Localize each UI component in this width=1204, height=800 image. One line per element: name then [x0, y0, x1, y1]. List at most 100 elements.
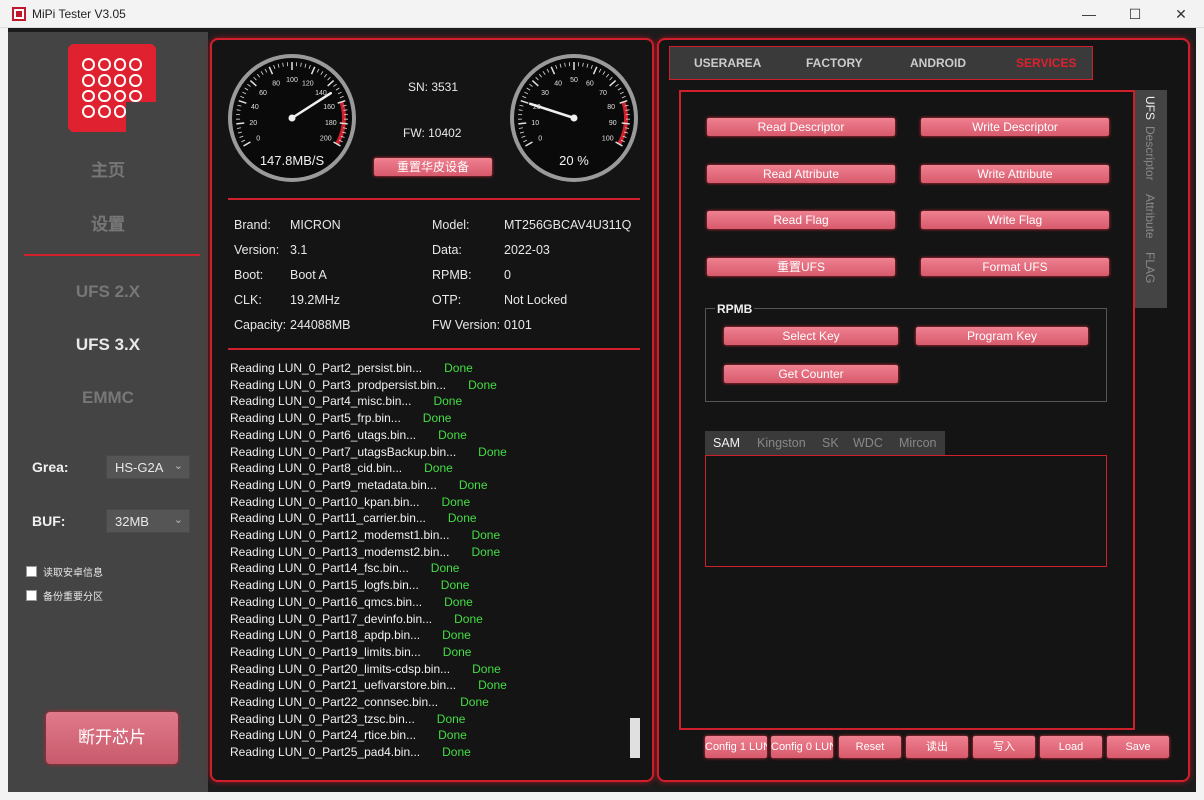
divider — [228, 198, 640, 200]
nav-settings[interactable]: 设置 — [8, 210, 208, 235]
log-line: Reading LUN_0_Part18_apdp.bin... Done — [230, 628, 471, 642]
log-line: Reading LUN_0_Part5_frp.bin... Done — [230, 411, 451, 425]
reset-ufs-button[interactable]: 重置UFS — [707, 258, 895, 276]
rpmb-group: Select Key Program Key Get Counter — [705, 308, 1107, 402]
mode-emmc[interactable]: EMMC — [8, 388, 208, 408]
vendor-tab-sam[interactable]: SAM — [713, 436, 740, 450]
log-status: Done — [422, 411, 452, 426]
log-text: Reading LUN_0_Part15_logfs.bin... — [230, 578, 419, 593]
select-key-button[interactable]: Select Key — [724, 327, 898, 345]
log-status: Done — [433, 394, 463, 409]
log-line: Reading LUN_0_Part15_logfs.bin... Done — [230, 578, 469, 592]
log-text: Reading LUN_0_Part10_kpan.bin... — [230, 494, 420, 509]
read-flag-button[interactable]: Read Flag — [707, 211, 895, 229]
config-0-lun-button[interactable]: Config 0 LUN — [771, 736, 833, 758]
side-tab-attribute[interactable]: Attribute — [1143, 194, 1157, 239]
log-scrollbar[interactable] — [630, 718, 640, 758]
log-line: Reading LUN_0_Part21_uefivarstore.bin...… — [230, 678, 507, 692]
format-ufs-button[interactable]: Format UFS — [921, 258, 1109, 276]
divider — [228, 348, 640, 350]
log-text: Reading LUN_0_Part24_rtice.bin... — [230, 728, 417, 743]
log-text: Reading LUN_0_Part17_devinfo.bin... — [230, 611, 433, 626]
log-line: Reading LUN_0_Part4_misc.bin... Done — [230, 394, 462, 408]
gauge-tick-label: 50 — [570, 77, 578, 84]
info-value: 244088MB — [290, 318, 351, 332]
config-1-lun-button[interactable]: Config 1 LUN — [705, 736, 767, 758]
log-text: Reading LUN_0_Part19_limits.bin... — [230, 644, 421, 659]
side-tab-descriptor[interactable]: Descriptor — [1143, 126, 1157, 181]
tab-userarea[interactable]: USERAREA — [694, 56, 761, 70]
tab-factory[interactable]: FACTORY — [806, 56, 863, 70]
backup-partitions-checkbox[interactable]: 备份重要分区 — [26, 588, 103, 603]
info-value: 0 — [504, 268, 511, 282]
gauge-tick-label: 100 — [286, 77, 298, 84]
load-button[interactable]: Load — [1040, 736, 1102, 758]
chevron-down-icon: ⌄ — [173, 460, 183, 472]
log-line: Reading LUN_0_Part8_cid.bin... Done — [230, 461, 453, 475]
disconnect-chip-button[interactable]: 断开芯片 — [46, 712, 178, 764]
maximize-button[interactable]: ☐ — [1112, 0, 1158, 28]
log-status: Done — [442, 628, 471, 643]
log-status: Done — [458, 477, 488, 492]
tab-android[interactable]: ANDROID — [910, 56, 966, 70]
log-status: Done — [430, 561, 460, 576]
get-counter-button[interactable]: Get Counter — [724, 365, 898, 383]
side-tab-ufs[interactable]: UFS — [1143, 96, 1157, 120]
reset-button[interactable]: Reset — [839, 736, 901, 758]
checkbox-label: 备份重要分区 — [43, 592, 103, 603]
info-value: 2022-03 — [504, 243, 550, 257]
write-attribute-button[interactable]: Write Attribute — [921, 165, 1109, 183]
log-text: Reading LUN_0_Part2_persist.bin... — [230, 361, 423, 375]
side-tab-flag[interactable]: FLAG — [1143, 252, 1157, 283]
program-key-button[interactable]: Program Key — [916, 327, 1088, 345]
buf-value: 32MB — [115, 514, 149, 529]
vendor-tab-kingston[interactable]: Kingston — [757, 436, 806, 450]
buf-select[interactable]: 32MB ⌄ — [106, 509, 190, 533]
read-descriptor-button[interactable]: Read Descriptor — [707, 118, 895, 136]
save-button[interactable]: Save — [1107, 736, 1169, 758]
mode-ufs2[interactable]: UFS 2.X — [8, 282, 208, 302]
log-text: Reading LUN_0_Part25_pad4.bin... — [230, 745, 421, 760]
read-android-info-checkbox[interactable]: 读取安卓信息 — [26, 564, 103, 579]
mode-ufs3[interactable]: UFS 3.X — [8, 335, 208, 355]
log-text: Reading LUN_0_Part12_modemst1.bin... — [230, 528, 450, 542]
close-button[interactable]: ✕ — [1158, 0, 1204, 28]
vendor-tab-sk[interactable]: SK — [822, 436, 839, 450]
tab-services[interactable]: SERVICES — [1016, 56, 1076, 70]
write-descriptor-button[interactable]: Write Descriptor — [921, 118, 1109, 136]
read-out-button[interactable]: 读出 — [906, 736, 968, 758]
window-title: MiPi Tester V3.05 — [32, 7, 126, 21]
info-label: Model: — [432, 218, 470, 232]
write-in-button[interactable]: 写入 — [973, 736, 1035, 758]
log-line: Reading LUN_0_Part20_limits-cdsp.bin... D… — [230, 662, 501, 676]
gauge-tick-label: 80 — [272, 80, 280, 87]
log-status: Done — [424, 461, 453, 476]
background-window-edge-right — [1196, 28, 1204, 800]
logo-icon — [68, 44, 156, 132]
checkbox-box[interactable] — [26, 590, 37, 601]
vendor-tab-wdc[interactable]: WDC — [853, 436, 883, 450]
vendor-tab-mircon[interactable]: Mircon — [899, 436, 937, 450]
vendor-content — [705, 455, 1107, 567]
gauge-tick — [339, 122, 348, 125]
gauge-readout: 147.8MB/S — [260, 153, 325, 168]
read-attribute-button[interactable]: Read Attribute — [707, 165, 895, 183]
write-flag-button[interactable]: Write Flag — [921, 211, 1109, 229]
reset-device-button[interactable]: 重置华皮设备 — [374, 158, 492, 176]
log-text: Reading LUN_0_Part5_frp.bin... — [230, 411, 401, 426]
firmware-number: FW: 10402 — [403, 126, 462, 140]
checkbox-box[interactable] — [26, 566, 37, 577]
nav-home[interactable]: 主页 — [8, 156, 208, 181]
log-text: Reading LUN_0_Part9_metadata.bin... — [230, 477, 437, 492]
minimize-button[interactable]: — — [1066, 0, 1112, 28]
app-window: MiPi Tester V3.05 — ☐ ✕ 主页 设置 UFS 2.X UF… — [0, 0, 1204, 800]
log-line: Reading LUN_0_Part25_pad4.bin... Done — [230, 745, 471, 759]
grea-select[interactable]: HS-G2A ⌄ — [106, 455, 190, 479]
log-line: Reading LUN_0_Part11_carrier.bin... Done — [230, 511, 477, 525]
log-line: Reading LUN_0_Part24_rtice.bin... Done — [230, 728, 467, 742]
log-line: Reading LUN_0_Part6_utags.bin... Done — [230, 428, 467, 442]
log-line: Reading LUN_0_Part7_utagsBackup.bin... Do… — [230, 445, 507, 459]
log-status: Done — [447, 511, 477, 526]
side-tabs: UFS Descriptor Attribute FLAG — [1135, 90, 1167, 308]
info-value: MICRON — [290, 218, 341, 232]
